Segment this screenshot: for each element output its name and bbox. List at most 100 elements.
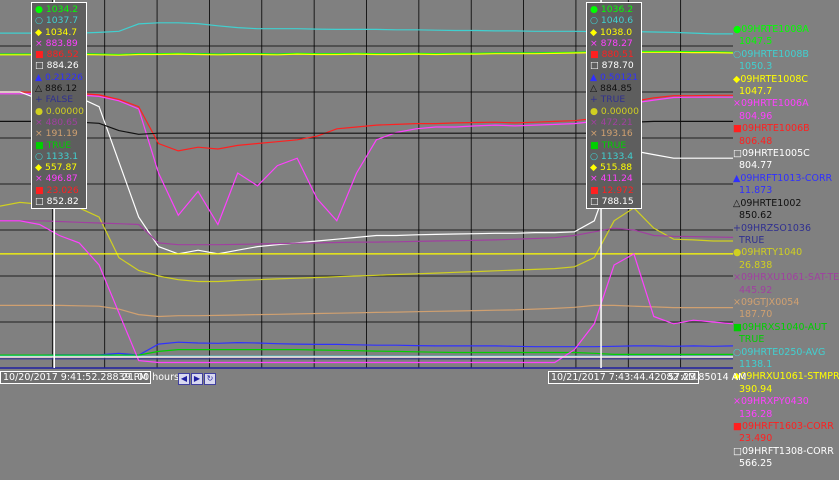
legend-name: 09HRTE1002 — [740, 197, 802, 209]
legend-name: 09HRTE1005C — [741, 148, 810, 160]
legend-value: 23.490 — [739, 433, 773, 445]
cursor-value: △ 884.85 — [590, 83, 633, 95]
legend-marker-icon: × — [733, 272, 741, 284]
legend-value: 1047.5 — [739, 36, 773, 48]
cursor-value: □ 884.26 — [35, 60, 79, 72]
legend-value: 804.77 — [739, 160, 773, 172]
legend-item[interactable]: ×09HRTE1006A 804.96 — [733, 98, 839, 123]
legend-marker-icon: ■ — [733, 421, 742, 432]
legend-item[interactable]: ■09HRFT1603-CORR 23.490 — [733, 421, 839, 446]
legend-name: 09HRTE1008C — [740, 73, 809, 85]
legend-item[interactable]: ○09HRTE0250-AVG 1138.1 — [733, 347, 839, 372]
cursor-value: ● 0.00000 — [35, 105, 84, 117]
legend-item[interactable]: □09HRTE1005C 804.77 — [733, 148, 839, 173]
legend-value: 804.96 — [739, 110, 773, 122]
legend-value: 187.70 — [739, 309, 773, 321]
cursor-value: ○ 1040.6 — [590, 15, 634, 27]
legend-value: 566.25 — [739, 458, 773, 470]
legend-item[interactable]: ▲09HRFT1013-CORR 11.873 — [733, 173, 839, 198]
legend-name: 09HRFT1603-CORR — [741, 421, 834, 432]
legend-value: 850.62 — [739, 210, 773, 222]
legend-value: 806.48 — [739, 135, 773, 147]
legend-item[interactable]: ●09HRTE1008A 1047.5 — [733, 24, 839, 49]
cursor-value: ○ 1133.4 — [590, 150, 634, 162]
series-legend: ●09HRTE1008A 1047.5 ○09HRTE1008B 1050.3 ◆09H… — [733, 24, 839, 471]
cursor-value: ■ 880.51 — [590, 49, 634, 61]
legend-item[interactable]: +09HRZSO1036 TRUE — [733, 223, 839, 248]
legend-name: 09HRTE1006A — [740, 98, 809, 110]
cursor-value: ■ 12.972 — [590, 184, 634, 196]
cursor-value: ○ 1037.7 — [35, 15, 79, 27]
cursor-value: ◆ 515.88 — [590, 162, 633, 174]
legend-item[interactable]: ■09HRXS1040-AUT TRUE — [733, 322, 839, 347]
cursor-value: ■ TRUE — [590, 139, 627, 151]
legend-name: 09HRFT1308-CORR — [741, 445, 834, 457]
legend-value: 1050.3 — [739, 61, 773, 73]
cursor-value: × 878.27 — [590, 37, 633, 49]
legend-item[interactable]: ×09HRXU1061-SAT-TEMP445.92 — [733, 272, 839, 297]
cursor-value: □ 878.70 — [590, 60, 634, 72]
legend-name: 09HRTE1008B — [741, 48, 809, 60]
left-cursor-values: ● 1034.2 ○ 1037.7 ◆ 1034.7 × 883.89 ■ 886.52… — [31, 2, 87, 210]
legend-marker-icon: □ — [733, 445, 742, 457]
cursor-value: ■ TRUE — [35, 139, 72, 151]
cursor-value: ◆ 1038.0 — [590, 26, 633, 38]
legend-marker-icon: + — [733, 222, 741, 234]
end-time: 57:23.85014 AM — [668, 371, 746, 385]
legend-marker-icon: × — [733, 98, 741, 110]
scroll-right-icon[interactable]: ▶ — [191, 373, 203, 385]
legend-marker-icon: ■ — [733, 123, 742, 135]
scroll-left-icon[interactable]: ◀ — [178, 373, 190, 385]
legend-value: 11.873 — [739, 185, 773, 197]
legend-marker-icon: □ — [733, 148, 742, 160]
cursor-value: ◆ 1034.7 — [35, 26, 78, 38]
legend-name: 09HRXU1061-SAT-TEMP — [740, 272, 839, 284]
cursor-value: × 411.24 — [590, 173, 633, 185]
legend-name: 09HRXU1061-STMPR — [740, 371, 839, 383]
cursor-value: □ 788.15 — [590, 196, 634, 208]
legend-item[interactable]: ×09HRXPY0430 136.28 — [733, 396, 839, 421]
cursor-value: ◆ 557.87 — [35, 162, 78, 174]
cursor-value: □ 852.82 — [35, 196, 79, 208]
legend-value: TRUE — [739, 234, 765, 246]
legend-name: 09HRTE0250-AVG — [741, 346, 826, 358]
legend-item[interactable]: □09HRFT1308-CORR 566.25 — [733, 446, 839, 471]
legend-marker-icon: × — [733, 396, 741, 408]
cursor-value: + FALSE — [35, 94, 74, 106]
legend-value: 1138.1 — [739, 358, 773, 370]
refresh-icon[interactable]: ↻ — [204, 373, 216, 385]
end-time-label: 57:23.85014 AM — [668, 372, 747, 383]
duration-label: 21.00 hours — [122, 372, 179, 383]
cursor-value: ● 0.00000 — [590, 105, 639, 117]
cursor-value: ■ 23.026 — [35, 184, 79, 196]
cursor-value: × 191.19 — [35, 128, 78, 140]
cursor-value: × 480.65 — [35, 116, 78, 128]
legend-marker-icon: ■ — [733, 321, 742, 333]
duration: 21.00 hours — [122, 371, 179, 385]
legend-item[interactable]: ◆09HRTE1008C 1047.7 — [733, 74, 839, 99]
legend-item[interactable]: ○09HRTE1008B 1050.3 — [733, 49, 839, 74]
cursor-value: ▲ 0.50121 — [590, 71, 638, 83]
legend-name: 09HRXS1040-AUT — [741, 321, 828, 333]
legend-item[interactable]: ■09HRTE1006B 806.48 — [733, 123, 839, 148]
legend-name: 09HRTY1040 — [741, 247, 803, 259]
legend-item[interactable]: ●09HRTY1040 26.838 — [733, 247, 839, 272]
cursor-value: ● 1034.2 — [35, 4, 79, 15]
cursor-value: × 496.87 — [35, 173, 78, 185]
legend-marker-icon: × — [733, 296, 741, 308]
legend-item[interactable]: ×09GTJX0054 187.70 — [733, 297, 839, 322]
legend-item[interactable]: ◆09HRXU1061-STMPR 390.94 — [733, 371, 839, 396]
legend-name: 09HRZSO1036 — [740, 222, 811, 234]
cursor-value: ● 1036.2 — [590, 4, 634, 15]
legend-item[interactable]: △09HRTE1002 850.62 — [733, 198, 839, 223]
cursor-value: × 883.89 — [35, 37, 78, 49]
legend-value: 390.94 — [739, 383, 773, 395]
legend-value: 445.92 — [739, 284, 773, 296]
legend-name: 09HRXPY0430 — [740, 396, 809, 408]
legend-value: 26.838 — [739, 259, 773, 271]
cursor-value: ○ 1133.1 — [35, 150, 79, 162]
legend-value: 136.28 — [739, 408, 773, 420]
cursor-value: ▲ 0.21226 — [35, 71, 83, 83]
legend-name: 09GTJX0054 — [740, 296, 800, 308]
cursor-value: × 193.16 — [590, 128, 633, 140]
